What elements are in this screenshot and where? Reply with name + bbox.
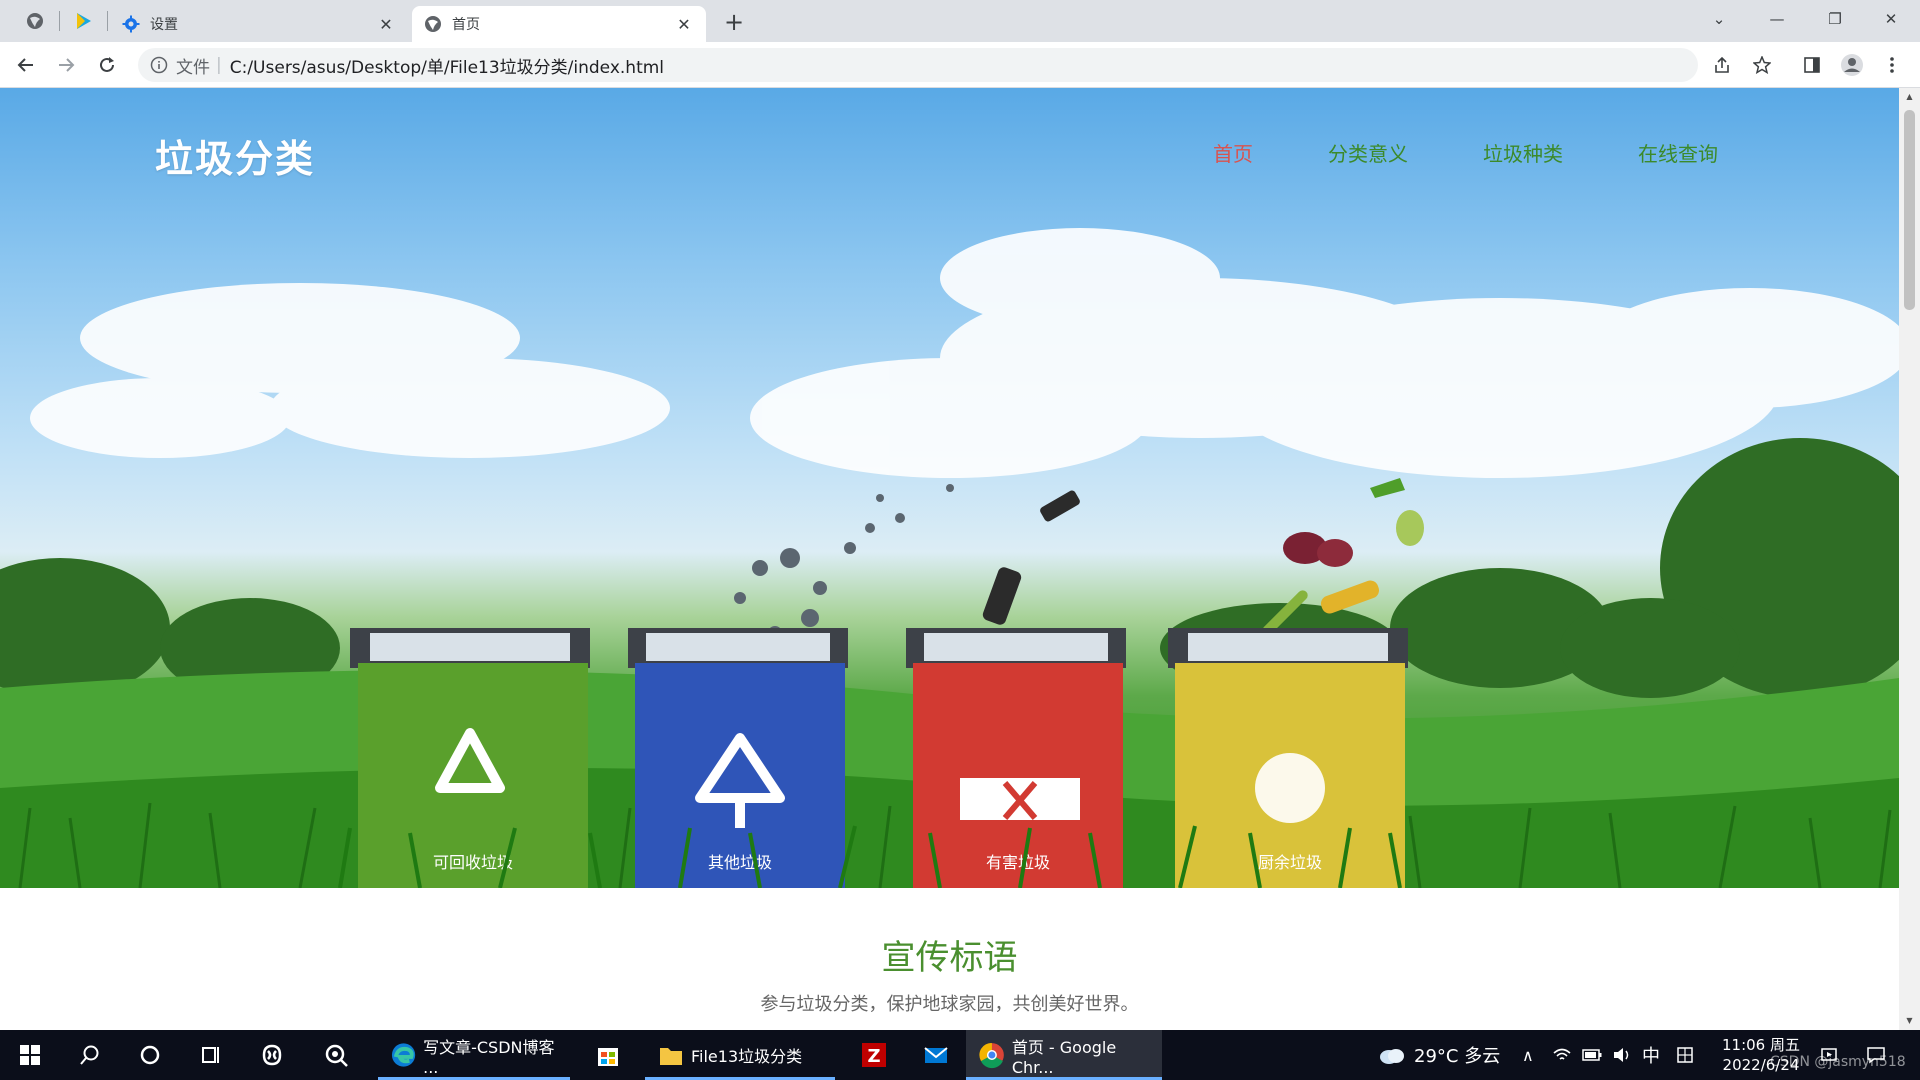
browser-toolbar: 文件 | C:/Users/asus/Desktop/单/File13垃圾分类/…: [0, 42, 1920, 88]
taskbar-app-label: 写文章-CSDN博客 ...: [423, 1037, 555, 1077]
pinned-tab-1[interactable]: [12, 0, 58, 42]
scrollbar-thumb[interactable]: [1904, 110, 1915, 310]
ime-indicator[interactable]: 中: [1642, 1030, 1660, 1080]
site-logo[interactable]: 垃圾分类: [155, 128, 315, 183]
windows-logo-icon: [20, 1045, 40, 1065]
bookmark-star-icon[interactable]: [1746, 49, 1778, 81]
watermark-text: CSDN @jasmyn518: [1770, 1054, 1906, 1070]
start-button[interactable]: [10, 1030, 50, 1080]
folder-icon: [660, 1048, 682, 1065]
bin-label-kitchen: 厨余垃圾: [1258, 853, 1322, 872]
menu-kebab-icon[interactable]: [1876, 49, 1908, 81]
filezilla-icon: Z: [862, 1043, 886, 1067]
arrow-left-icon: [17, 58, 33, 72]
url-text: C:/Users/asus/Desktop/单/File13垃圾分类/index…: [229, 57, 665, 78]
edge-icon: [391, 1043, 416, 1067]
new-tab-button[interactable]: +: [720, 8, 748, 36]
share-icon[interactable]: [1706, 49, 1738, 81]
taskbar-app-explorer[interactable]: File13垃圾分类: [645, 1030, 835, 1080]
profile-avatar[interactable]: [1836, 49, 1868, 81]
address-bar[interactable]: 文件 | C:/Users/asus/Desktop/单/File13垃圾分类/…: [138, 48, 1698, 82]
taskbar-app-label: 首页 - Google Chr...: [1011, 1037, 1117, 1077]
taskbar-app-store[interactable]: [582, 1030, 632, 1080]
gear-icon: [122, 15, 140, 33]
hero-illustration: 可回收垃圾 其他垃圾 有害垃圾 厨余垃圾: [0, 228, 1899, 888]
tray-overflow-chevron-icon[interactable]: ∧: [1522, 1030, 1534, 1080]
tab-search-icon[interactable]: ⌄: [1690, 0, 1748, 38]
clock-time: 11:06 周五: [1722, 1036, 1800, 1054]
side-panel-icon[interactable]: [1796, 49, 1828, 81]
task-view-icon[interactable]: [190, 1030, 230, 1080]
reload-icon: [100, 57, 114, 72]
ime-mode-icon[interactable]: [1676, 1030, 1694, 1080]
cortana-icon[interactable]: [130, 1030, 170, 1080]
nav-categories[interactable]: 垃圾种类: [1483, 138, 1563, 167]
weather-text: 29°C 多云: [1414, 1046, 1501, 1067]
forward-button[interactable]: [50, 49, 82, 81]
nav-online-search[interactable]: 在线查询: [1638, 138, 1718, 167]
globe-icon: [424, 15, 442, 33]
close-window-button[interactable]: ✕: [1862, 0, 1920, 38]
scheme-label: 文件: [176, 57, 210, 78]
divider: |: [216, 55, 222, 75]
close-icon[interactable]: ✕: [674, 14, 694, 34]
windows-taskbar: 写文章-CSDN博客 ... File13垃圾分类 Z 首页 - Google …: [0, 1030, 1920, 1080]
play-icon: [77, 13, 91, 29]
tab-separator: [107, 11, 108, 31]
scroll-up-arrow[interactable]: ▲: [1904, 92, 1915, 102]
taskbar-app-edge[interactable]: 写文章-CSDN博客 ...: [378, 1030, 570, 1080]
globe-icon: [27, 13, 43, 29]
tab-title: 设置: [150, 17, 178, 33]
mail-icon: [924, 1047, 948, 1063]
weather-widget[interactable]: 29°C 多云: [1378, 1030, 1500, 1080]
info-icon[interactable]: [150, 56, 168, 74]
bin-label-other: 其他垃圾: [708, 853, 772, 872]
chrome-icon: [979, 1043, 1004, 1069]
section-text: 参与垃圾分类，保护地球家园，共创美好世界。: [760, 994, 1139, 1015]
nav-significance[interactable]: 分类意义: [1328, 138, 1408, 167]
page-viewport: 可回收垃圾 其他垃圾 有害垃圾 厨余垃圾 垃圾分类 首页 分类意义 垃圾种类 在…: [0, 88, 1899, 1030]
pinned-tab-2[interactable]: [60, 0, 106, 42]
taskbar-app-mail[interactable]: [910, 1030, 960, 1080]
back-button[interactable]: [10, 49, 42, 81]
restore-button[interactable]: ❐: [1806, 0, 1864, 38]
taskbar-app-filezilla[interactable]: Z: [848, 1030, 898, 1080]
bin-label-recyclable: 可回收垃圾: [433, 853, 513, 872]
store-icon: [598, 1048, 618, 1066]
cloud-icon: [1380, 1049, 1404, 1064]
scroll-down-arrow[interactable]: ▼: [1904, 1016, 1915, 1026]
hero-banner: 可回收垃圾 其他垃圾 有害垃圾 厨余垃圾 垃圾分类 首页 分类意义 垃圾种类 在…: [0, 88, 1899, 888]
reload-button[interactable]: [91, 49, 123, 81]
svg-text:Z: Z: [867, 1046, 880, 1067]
minimize-button[interactable]: —: [1748, 0, 1806, 38]
tab-title: 首页: [452, 17, 480, 33]
taskbar-app-chrome[interactable]: 首页 - Google Chr...: [966, 1030, 1162, 1080]
volume-icon[interactable]: [1612, 1030, 1632, 1080]
close-icon[interactable]: ✕: [376, 14, 396, 34]
pinned-app-icon[interactable]: [252, 1030, 292, 1080]
tab-strip: 设置 ✕ 首页 ✕ + ⌄ — ❐ ✕: [0, 0, 1920, 42]
section-title: 宣传标语: [881, 938, 1018, 978]
search-app-icon[interactable]: [316, 1030, 356, 1080]
taskbar-app-label: File13垃圾分类: [691, 1047, 803, 1066]
tab-settings[interactable]: 设置 ✕: [110, 6, 408, 42]
page-scrollbar[interactable]: ▲ ▼: [1899, 88, 1920, 1030]
search-icon[interactable]: [70, 1030, 110, 1080]
battery-icon[interactable]: [1582, 1030, 1602, 1080]
bin-label-hazardous: 有害垃圾: [986, 853, 1050, 872]
network-icon[interactable]: [1552, 1030, 1572, 1080]
arrow-right-icon: [59, 58, 75, 72]
nav-home[interactable]: 首页: [1213, 138, 1253, 167]
tab-home[interactable]: 首页 ✕: [412, 6, 706, 42]
